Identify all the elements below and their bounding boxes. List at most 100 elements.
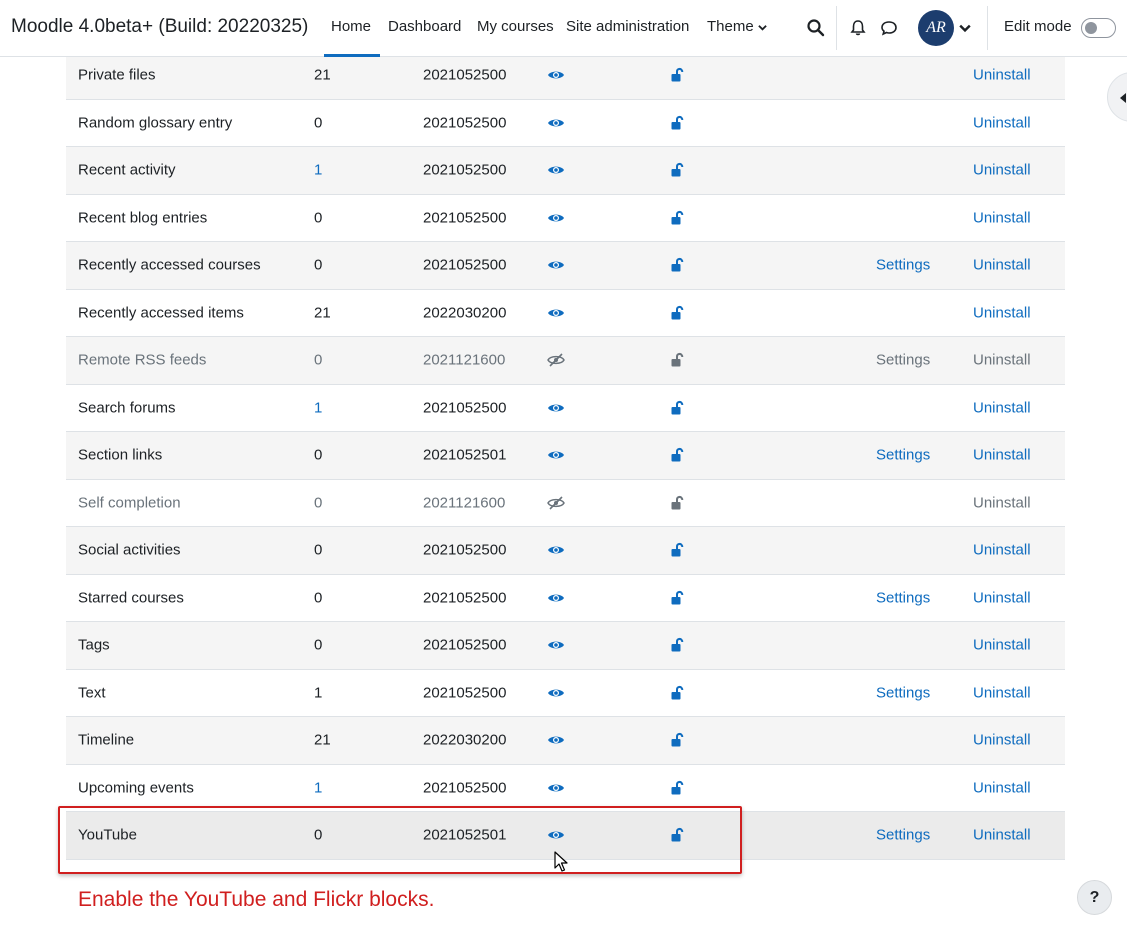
eye-icon[interactable] — [547, 733, 565, 747]
uninstall-link[interactable]: Uninstall — [973, 447, 1031, 464]
chat-bubble-icon[interactable] — [879, 18, 899, 38]
settings-link[interactable]: Settings — [876, 589, 930, 606]
unlock-icon[interactable] — [670, 305, 686, 321]
instance-count[interactable]: 1 — [314, 399, 322, 416]
instance-count: 1 — [314, 684, 323, 702]
block-name: Text — [78, 684, 106, 702]
block-name: Tags — [78, 636, 110, 654]
eye-icon[interactable] — [547, 448, 565, 462]
unlock-icon[interactable] — [670, 352, 686, 368]
settings-link: Settings — [876, 351, 931, 369]
uninstall-link[interactable]: Uninstall — [973, 114, 1031, 131]
uninstall-link[interactable]: Uninstall — [973, 209, 1031, 226]
eye-icon[interactable] — [547, 68, 565, 82]
unlock-icon[interactable] — [670, 637, 686, 653]
instance-count: 0 — [314, 256, 323, 274]
nav-theme-dropdown[interactable]: Theme — [707, 18, 767, 35]
table-row: Recently accessed items 21 2022030200 Unins… — [66, 289, 1065, 337]
uninstall-link[interactable]: Uninstall — [973, 637, 1031, 654]
uninstall-link[interactable]: Uninstall — [973, 399, 1031, 416]
uninstall-link[interactable]: Uninstall — [973, 827, 1031, 844]
instance-count: 0 — [314, 541, 323, 559]
unlock-icon[interactable] — [670, 542, 686, 558]
uninstall-link[interactable]: Uninstall — [973, 257, 1031, 274]
settings-link[interactable]: Settings — [876, 257, 930, 274]
unlock-icon[interactable] — [670, 67, 686, 83]
uninstall-link[interactable]: Uninstall — [973, 494, 1031, 511]
settings-link[interactable]: Settings — [876, 827, 930, 844]
uninstall-link[interactable]: Uninstall — [973, 542, 1031, 559]
settings-link[interactable]: Settings — [876, 447, 930, 464]
eye-icon[interactable] — [547, 638, 565, 652]
table-row: Remote RSS feeds 0 2021121600 Settings Unins… — [66, 337, 1065, 385]
eye-icon[interactable] — [547, 163, 565, 177]
uninstall-link[interactable]: Uninstall — [973, 779, 1031, 796]
eye-icon[interactable] — [547, 211, 565, 225]
edit-mode-toggle[interactable] — [1081, 18, 1116, 38]
uninstall-link[interactable]: Uninstall — [973, 352, 1031, 369]
eye-icon[interactable] — [547, 686, 565, 700]
table-row: Private files 21 2021052500 Uninstall — [66, 52, 1065, 100]
user-avatar[interactable]: AR — [918, 10, 954, 46]
block-name: Starred courses — [78, 589, 184, 607]
table-row: Upcoming events 1 2021052500 Uninstall — [66, 764, 1065, 812]
unlock-icon[interactable] — [670, 115, 686, 131]
uninstall-link[interactable]: Uninstall — [973, 67, 1031, 84]
block-name: Recent activity — [78, 161, 176, 179]
uninstall-link[interactable]: Uninstall — [973, 162, 1031, 179]
nav-active-indicator — [324, 54, 380, 57]
toggle-knob — [1085, 21, 1097, 34]
uninstall-link[interactable]: Uninstall — [973, 589, 1031, 606]
unlock-icon[interactable] — [670, 827, 686, 843]
table-row: Self completion 0 2021121600 Uninstall — [66, 479, 1065, 527]
instance-count[interactable]: 1 — [314, 779, 322, 796]
unlock-icon[interactable] — [670, 210, 686, 226]
unlock-icon[interactable] — [670, 447, 686, 463]
table-row: Timeline 21 2022030200 Uninstall — [66, 717, 1065, 765]
eye-icon[interactable] — [547, 828, 565, 842]
help-button[interactable]: ? — [1077, 880, 1112, 915]
table-row: Search forums 1 2021052500 Uninstall — [66, 384, 1065, 432]
bell-icon[interactable] — [848, 18, 868, 38]
unlock-icon[interactable] — [670, 257, 686, 273]
block-name: Random glossary entry — [78, 114, 233, 132]
site-brand[interactable]: Moodle 4.0beta+ (Build: 20220325) — [11, 16, 308, 38]
instance-count: 0 — [314, 114, 323, 132]
mouse-pointer-icon — [554, 851, 568, 872]
eye-icon[interactable] — [547, 543, 565, 557]
eye-icon[interactable] — [547, 401, 565, 415]
table-row: Starred courses 0 2021052500 Settings Uninst… — [66, 574, 1065, 622]
unlock-icon[interactable] — [670, 590, 686, 606]
unlock-icon[interactable] — [670, 400, 686, 416]
uninstall-link[interactable]: Uninstall — [973, 684, 1031, 701]
unlock-icon[interactable] — [670, 780, 686, 796]
block-version: 2021121600 — [423, 494, 506, 512]
settings-link[interactable]: Settings — [876, 684, 930, 701]
block-version: 2021121600 — [423, 351, 506, 369]
chevron-down-icon[interactable] — [959, 22, 971, 34]
eye-icon[interactable] — [547, 258, 565, 272]
eye-icon[interactable] — [547, 306, 565, 320]
instance-count[interactable]: 1 — [314, 162, 322, 179]
uninstall-link[interactable]: Uninstall — [973, 732, 1031, 749]
search-icon[interactable] — [806, 18, 826, 38]
eye-slash-icon[interactable] — [547, 496, 565, 510]
nav-site-administration[interactable]: Site administration — [566, 18, 689, 35]
nav-dashboard[interactable]: Dashboard — [388, 18, 461, 35]
nav-home[interactable]: Home — [331, 18, 371, 35]
block-version: 2022030200 — [423, 731, 507, 749]
unlock-icon[interactable] — [670, 685, 686, 701]
eye-slash-icon[interactable] — [547, 353, 565, 367]
block-version: 2021052501 — [423, 826, 507, 844]
eye-icon[interactable] — [547, 591, 565, 605]
nav-my-courses[interactable]: My courses — [477, 18, 554, 35]
uninstall-link[interactable]: Uninstall — [973, 304, 1031, 321]
table-row: Tags 0 2021052500 Uninstall — [66, 622, 1065, 670]
block-drawer-toggle[interactable] — [1107, 72, 1127, 122]
eye-icon[interactable] — [547, 116, 565, 130]
block-name: Recent blog entries — [78, 209, 208, 227]
unlock-icon[interactable] — [670, 162, 686, 178]
eye-icon[interactable] — [547, 781, 565, 795]
unlock-icon[interactable] — [670, 732, 686, 748]
unlock-icon[interactable] — [670, 495, 686, 511]
